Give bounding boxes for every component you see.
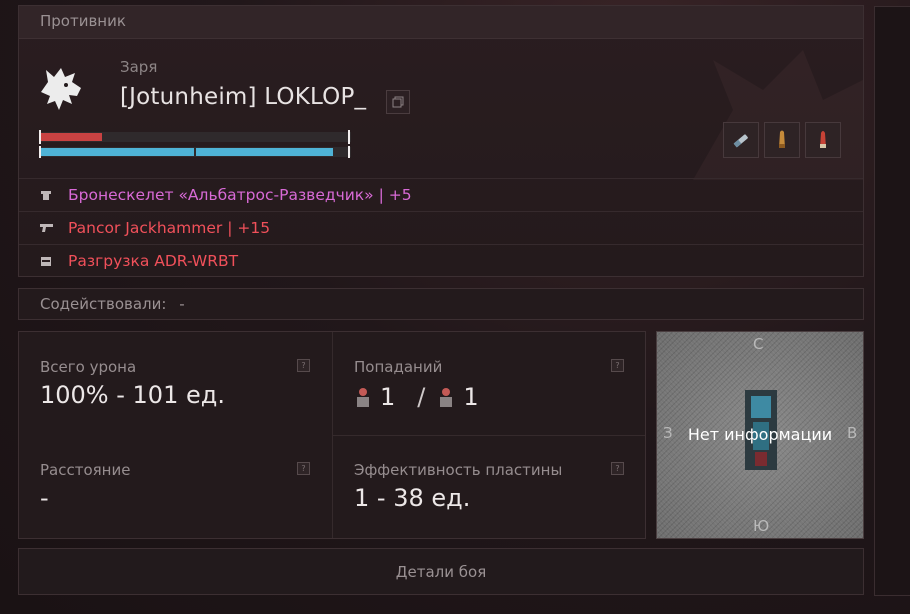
body-silhouette-icon bbox=[440, 388, 453, 407]
equipment-list: Бронескелет «Альбатрос-Разведчик» | +5 P… bbox=[19, 178, 863, 276]
assisted-value: - bbox=[179, 295, 185, 313]
stat-label: Эффективность пластины bbox=[354, 461, 563, 479]
stat-value: 100% - 101 ед. bbox=[40, 381, 225, 409]
hits-count-a: 1 bbox=[380, 383, 396, 411]
bullet-icon bbox=[779, 130, 785, 148]
stat-total-damage: Всего урона ? 100% - 101 ед. bbox=[19, 332, 332, 435]
assisted-label: Содействовали: bbox=[40, 295, 167, 313]
copy-name-button[interactable] bbox=[386, 90, 410, 114]
side-panel-edge bbox=[874, 6, 910, 596]
stat-label: Всего урона bbox=[40, 358, 137, 376]
armor-icon bbox=[40, 189, 53, 201]
armor-bar-segment bbox=[41, 148, 194, 156]
opponent-panel: Противник Заря [Jotunheim] LOKLOP_ Броне… bbox=[18, 5, 864, 277]
assisted-bar: Содействовали: - bbox=[18, 288, 864, 320]
equipment-armor-row[interactable]: Бронескелет «Альбатрос-Разведчик» | +5 bbox=[19, 178, 863, 211]
compass-south: Ю bbox=[753, 517, 770, 535]
equipment-vest-name: Разгрузка ADR-WRBT bbox=[68, 252, 239, 270]
stat-label: Расстояние bbox=[40, 461, 131, 479]
bar-tick bbox=[348, 146, 350, 158]
stat-plate-efficiency: Эффективность пластины ? 1 - 38 ед. bbox=[333, 435, 646, 538]
hits-separator: / bbox=[417, 383, 426, 411]
body-silhouette-icon bbox=[357, 388, 369, 407]
equipment-vest-row[interactable]: Разгрузка ADR-WRBT bbox=[19, 244, 863, 276]
opponent-header: Противник bbox=[19, 6, 863, 39]
hits-count-b: 1 bbox=[463, 383, 479, 411]
stat-hits: Попаданий ? 1 / 1 bbox=[333, 332, 646, 435]
help-icon[interactable]: ? bbox=[611, 462, 624, 475]
syringe-icon bbox=[733, 134, 748, 148]
stats-panel: Всего урона ? 100% - 101 ед. Попаданий ?… bbox=[18, 331, 646, 539]
consumable-slots bbox=[723, 122, 841, 158]
wolf-watermark-icon bbox=[693, 50, 863, 180]
battle-details-button[interactable]: Детали боя bbox=[18, 548, 864, 595]
help-icon[interactable]: ? bbox=[297, 462, 310, 475]
bar-tick bbox=[39, 146, 41, 158]
equipment-weapon-name: Pancor Jackhammer | +15 bbox=[68, 219, 271, 237]
help-icon[interactable]: ? bbox=[611, 359, 624, 372]
equipment-weapon-row[interactable]: Pancor Jackhammer | +15 bbox=[19, 211, 863, 244]
stat-value: - bbox=[40, 484, 49, 512]
armor-bar-segment bbox=[196, 148, 333, 156]
consumable-slot[interactable] bbox=[764, 122, 800, 158]
consumable-slot[interactable] bbox=[805, 122, 841, 158]
clan-name: Заря bbox=[120, 58, 158, 76]
compass-north: С bbox=[753, 335, 764, 353]
armor-bar bbox=[39, 146, 351, 158]
health-bar bbox=[39, 130, 351, 144]
stat-distance: Расстояние ? - bbox=[19, 435, 332, 538]
vest-icon bbox=[40, 255, 53, 267]
hits-value: 1 / 1 bbox=[354, 383, 479, 411]
gun-icon bbox=[40, 222, 53, 234]
stat-label: Попаданий bbox=[354, 358, 443, 376]
copy-icon bbox=[392, 96, 404, 108]
map-no-info-message: Нет информации bbox=[687, 425, 833, 444]
shell-icon bbox=[820, 131, 826, 148]
stat-value: 1 - 38 ед. bbox=[354, 484, 471, 512]
player-name[interactable]: [Jotunheim] LOKLOP_ bbox=[120, 84, 366, 110]
bar-tick bbox=[348, 130, 350, 144]
consumable-slot[interactable] bbox=[723, 122, 759, 158]
help-icon[interactable]: ? bbox=[297, 359, 310, 372]
bar-tick bbox=[39, 130, 41, 144]
health-bar-fill bbox=[41, 133, 102, 141]
clan-wolf-icon bbox=[41, 68, 81, 110]
equipment-armor-name: Бронескелет «Альбатрос-Разведчик» | +5 bbox=[68, 186, 412, 204]
hit-map: С Ю З В Нет информации bbox=[656, 331, 864, 539]
